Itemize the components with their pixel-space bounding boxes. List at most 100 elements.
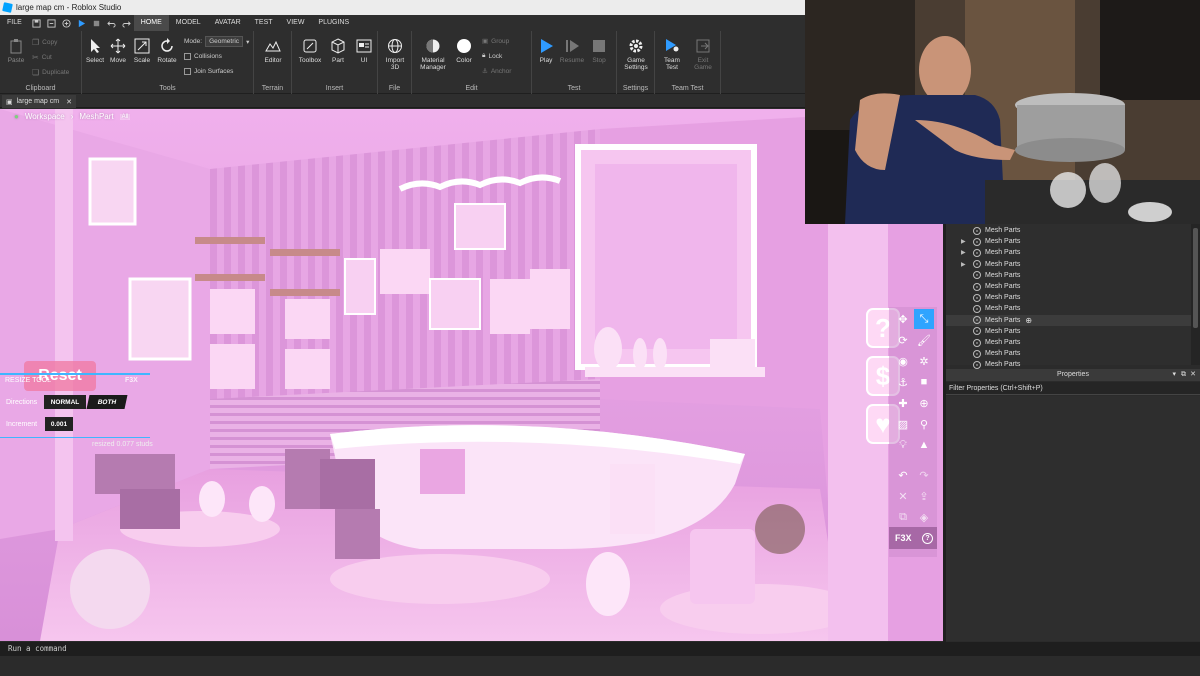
group-tool-icon[interactable]: ◈ [914, 507, 934, 527]
close-icon[interactable]: ✕ [1190, 369, 1196, 381]
chevron-down-icon[interactable]: ▾ [1172, 369, 1176, 381]
clone-tool-icon[interactable]: ⧉ [893, 507, 913, 527]
breadcrumb-workspace[interactable]: Workspace [25, 112, 65, 121]
rotate-button[interactable]: Rotate [154, 38, 180, 64]
undo-tool-icon[interactable]: ↶ [893, 465, 913, 485]
mode-dropdown[interactable]: Mode: Geometric ▾ [184, 36, 249, 47]
explorer-row[interactable]: Mesh Parts [946, 225, 1191, 236]
undock-icon[interactable]: ⧉ [1181, 369, 1186, 381]
paint-tool-icon[interactable]: 🖌︎ [914, 330, 934, 350]
3d-viewport[interactable]: ● Workspace › MeshPart All Reset RESIZE … [0, 109, 943, 641]
explorer-scroll-thumb[interactable] [1193, 228, 1198, 328]
decorate-tool-icon[interactable]: ▲ [914, 435, 934, 455]
expand-arrow-icon[interactable]: ▶ [961, 238, 973, 245]
tab-avatar[interactable]: AVATAR [208, 15, 248, 31]
copy-button[interactable]: ❐ Copy [32, 38, 57, 47]
resize-tool-icon[interactable]: ⤡ [914, 309, 934, 329]
resume-button[interactable]: Resume [559, 38, 585, 64]
new-part-tool-icon[interactable]: ✚ [893, 393, 913, 413]
explorer-row[interactable]: Mesh Parts [946, 326, 1191, 337]
undo-icon[interactable] [107, 19, 116, 28]
paste-button[interactable]: Paste [3, 38, 29, 64]
play-button[interactable]: Play [533, 38, 559, 64]
tab-plugins[interactable]: PLUGINS [311, 15, 356, 31]
explorer-row[interactable]: Mesh Parts [946, 337, 1191, 348]
team-test-button[interactable]: Team Test [659, 38, 685, 71]
document-tab[interactable]: ▣ large map cm ✕ [2, 95, 76, 108]
mesh-tool-icon[interactable]: ⊕ [914, 393, 934, 413]
save-icon[interactable] [32, 18, 41, 28]
tab-test[interactable]: TEST [248, 15, 280, 31]
import-3d-button[interactable]: Import 3D [382, 38, 408, 71]
material-manager-button[interactable]: Material Manager [418, 38, 448, 71]
explorer-row[interactable]: Mesh Parts [946, 270, 1191, 281]
increment-input[interactable]: 0.001 [45, 417, 73, 431]
add-child-icon[interactable]: ⊕ [1025, 316, 1032, 325]
f3x-help-icon[interactable]: ? [922, 532, 933, 544]
explorer-scrollbar[interactable] [1191, 224, 1200, 365]
explorer-row[interactable]: Mesh Parts ⊕ [946, 314, 1191, 326]
webcam-overlay [805, 0, 1200, 224]
anchor-tool-icon[interactable]: ⚓︎ [893, 372, 913, 392]
collisions-checkbox[interactable] [184, 53, 191, 60]
part-button[interactable]: Part [325, 38, 351, 64]
explorer-row[interactable]: ▶ Mesh Parts [946, 247, 1191, 258]
explorer-row[interactable]: Mesh Parts [946, 303, 1191, 314]
texture-tool-icon[interactable]: ▨ [893, 414, 913, 434]
play-quick-icon[interactable] [77, 19, 86, 28]
open-icon[interactable] [47, 18, 56, 28]
rotate-tool-icon[interactable]: ⟳ [893, 330, 913, 350]
export-tool-icon[interactable]: ⇪ [914, 486, 934, 506]
lock-button[interactable]: 🔒︎ Lock [482, 52, 502, 60]
expand-arrow-icon[interactable]: ▶ [961, 261, 973, 268]
exit-label: Exit [697, 57, 709, 64]
close-icon[interactable]: ✕ [66, 98, 72, 106]
join-surfaces-checkbox[interactable] [184, 68, 191, 75]
redo-tool-icon[interactable]: ↷ [914, 465, 934, 485]
command-bar-input[interactable]: Run a command [0, 642, 1200, 656]
pink-bathroom-scene [0, 109, 943, 641]
explorer-row[interactable]: Mesh Parts [946, 348, 1191, 359]
anchor-button[interactable]: ⚓︎ Anchor [482, 67, 511, 76]
surface-tool-icon[interactable]: ◉ [893, 351, 913, 371]
explorer-row[interactable]: ▶ Mesh Parts [946, 259, 1191, 270]
weld-tool-icon[interactable]: ⚲ [914, 414, 934, 434]
toolbox-button[interactable]: Toolbox [297, 38, 323, 64]
properties-filter-input[interactable]: Filter Properties (Ctrl+Shift+P) [946, 382, 1200, 395]
reset-button[interactable]: Reset [24, 361, 96, 391]
explorer-row[interactable]: ▶ Mesh Parts [946, 236, 1191, 247]
new-icon[interactable] [62, 18, 71, 28]
explorer-row[interactable]: Mesh Parts [946, 292, 1191, 303]
cut-button[interactable]: ✂ Cut [32, 53, 52, 62]
direction-both-option[interactable]: BOTH [86, 395, 128, 409]
explorer-row[interactable]: Mesh Parts [946, 281, 1191, 292]
stop-button[interactable]: Stop [586, 38, 612, 64]
direction-normal-option[interactable]: NORMAL [44, 395, 86, 409]
expand-arrow-icon[interactable]: ▶ [961, 249, 973, 256]
settings-group: Game Settings Settings [617, 31, 655, 94]
lighting-tool-icon[interactable]: 💡︎ [893, 435, 913, 455]
stop-quick-icon[interactable] [92, 19, 101, 28]
tab-home[interactable]: HOME [133, 15, 169, 31]
material-tool-icon[interactable]: ✲ [914, 351, 934, 371]
ui-button[interactable]: UI [351, 38, 377, 64]
collision-tool-icon[interactable]: ■ [914, 372, 934, 392]
file-menu[interactable]: FILE [0, 15, 29, 31]
color-button[interactable]: Color [451, 38, 477, 64]
game-settings-button[interactable]: Game Settings [623, 38, 649, 71]
edit-group-label: Edit [465, 85, 478, 92]
move-button[interactable]: Move [105, 38, 131, 64]
delete-tool-icon[interactable]: ✕ [893, 486, 913, 506]
tab-view[interactable]: VIEW [280, 15, 312, 31]
duplicate-button[interactable]: ❏ Duplicate [32, 68, 69, 77]
join-surfaces-toggle[interactable]: Join Surfaces [184, 68, 233, 75]
tab-model[interactable]: MODEL [169, 15, 208, 31]
scale-button[interactable]: Scale [129, 38, 155, 64]
move-tool-icon[interactable]: ✥ [893, 309, 913, 329]
exit-game-button[interactable]: Exit Game [690, 38, 716, 71]
collisions-toggle[interactable]: Collisions [184, 53, 222, 60]
group-button[interactable]: ▣ Group [482, 37, 509, 46]
terrain-editor-button[interactable]: Editor [260, 38, 286, 64]
breadcrumb-meshpart[interactable]: MeshPart [79, 112, 113, 121]
redo-icon[interactable] [122, 19, 131, 28]
